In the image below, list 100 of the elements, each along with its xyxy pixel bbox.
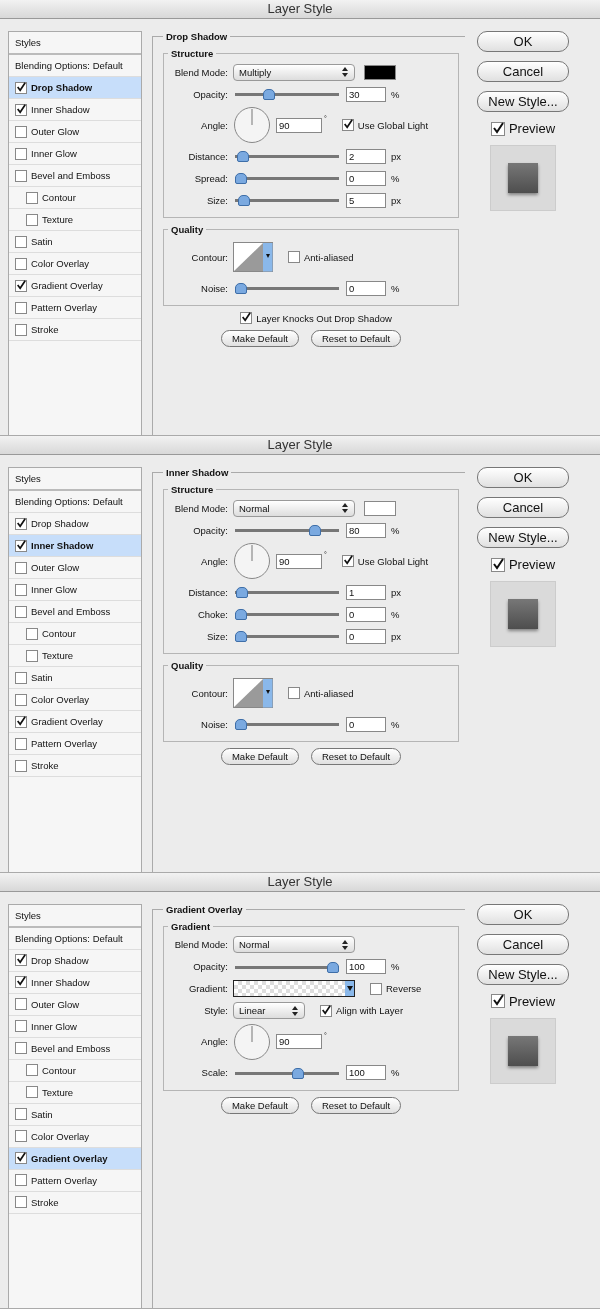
color-swatch[interactable]	[364, 64, 396, 80]
gradient-picker[interactable]	[233, 980, 355, 998]
checkbox[interactable]	[15, 81, 27, 94]
checkbox[interactable]	[26, 213, 38, 226]
dropdown[interactable]: Normal	[233, 499, 355, 517]
style-list-item[interactable]: Gradient Overlay	[9, 1147, 141, 1170]
input-field[interactable]: 100	[346, 959, 386, 975]
checkbox[interactable]	[26, 649, 38, 662]
panel-button[interactable]: Make Default	[220, 1096, 299, 1114]
dialog-button[interactable]: New Style...	[477, 963, 569, 985]
dialog-button[interactable]: New Style...	[477, 91, 569, 112]
checkbox[interactable]	[15, 301, 27, 314]
slider-handle[interactable]	[292, 1067, 305, 1079]
checkbox[interactable]	[15, 1020, 27, 1033]
input-field[interactable]: 5	[346, 192, 386, 208]
input-field[interactable]: 0	[346, 606, 386, 622]
checkbox[interactable]	[15, 715, 27, 728]
slider-handle[interactable]	[237, 195, 250, 206]
checkbox[interactable]	[15, 235, 27, 248]
checkbox[interactable]	[490, 994, 505, 1009]
dialog-button[interactable]: OK	[477, 467, 569, 489]
dropdown[interactable]: Normal	[233, 936, 355, 954]
checkbox[interactable]	[15, 1152, 27, 1165]
angle-dial[interactable]	[233, 542, 271, 581]
checkbox[interactable]	[15, 583, 27, 596]
checkbox[interactable]	[341, 119, 354, 131]
checkbox[interactable]	[15, 147, 27, 160]
style-list-item[interactable]: Drop Shadow	[9, 77, 141, 99]
input-field[interactable]: 1	[346, 584, 386, 600]
checkbox[interactable]	[15, 759, 27, 772]
checkbox[interactable]	[15, 605, 27, 618]
checkbox[interactable]	[15, 1130, 27, 1143]
checkbox[interactable]	[26, 1086, 38, 1099]
checkbox[interactable]	[15, 257, 27, 270]
checkbox[interactable]	[26, 191, 38, 204]
slider-handle[interactable]	[235, 173, 247, 184]
input-field[interactable]: 30	[346, 86, 386, 102]
checkbox[interactable]	[15, 693, 27, 706]
checkbox[interactable]	[288, 251, 300, 263]
contour-picker[interactable]	[233, 242, 273, 272]
slider-handle[interactable]	[235, 609, 247, 621]
checkbox[interactable]	[26, 627, 38, 640]
slider-handle[interactable]	[308, 525, 321, 537]
checkbox[interactable]	[15, 1196, 27, 1209]
dropdown[interactable]: Linear	[233, 1002, 305, 1020]
dialog-button[interactable]: New Style...	[477, 527, 569, 549]
checkbox[interactable]	[15, 976, 27, 989]
panel-button[interactable]: Make Default	[220, 748, 299, 766]
checkbox[interactable]	[15, 561, 27, 574]
checkbox[interactable]	[15, 671, 27, 684]
dialog-button[interactable]: Cancel	[477, 933, 569, 955]
slider-handle[interactable]	[235, 631, 247, 643]
input-field[interactable]: 0	[346, 628, 386, 644]
checkbox[interactable]	[490, 121, 505, 136]
input-field[interactable]: 2	[346, 148, 386, 164]
dialog-button[interactable]: Cancel	[477, 497, 569, 519]
contour-picker[interactable]	[233, 678, 273, 709]
dropdown[interactable]: Multiply	[233, 63, 355, 81]
checkbox[interactable]	[15, 169, 27, 182]
checkbox[interactable]	[490, 557, 505, 572]
input-field[interactable]: 0	[346, 716, 386, 732]
input-field[interactable]: 90	[276, 117, 322, 133]
checkbox[interactable]	[341, 555, 354, 568]
checkbox[interactable]	[15, 998, 27, 1011]
input-field[interactable]: 90	[276, 1034, 322, 1050]
style-list-item[interactable]: Inner Shadow	[9, 535, 141, 558]
panel-button[interactable]: Reset to Default	[310, 748, 402, 766]
slider-handle[interactable]	[236, 151, 249, 162]
input-field[interactable]: 0	[346, 280, 386, 296]
checkbox[interactable]	[15, 954, 27, 967]
checkbox[interactable]	[15, 323, 27, 336]
checkbox[interactable]	[288, 687, 300, 700]
slider-handle[interactable]	[327, 961, 339, 973]
checkbox[interactable]	[15, 1174, 27, 1187]
dialog-button[interactable]: OK	[477, 903, 569, 925]
input-field[interactable]: 90	[276, 553, 322, 569]
color-swatch[interactable]	[364, 500, 396, 516]
angle-dial[interactable]	[233, 106, 271, 144]
checkbox[interactable]	[15, 1042, 27, 1055]
panel-button[interactable]: Reset to Default	[310, 1096, 402, 1114]
dialog-button[interactable]: Cancel	[477, 61, 569, 82]
checkbox[interactable]	[15, 539, 27, 552]
checkbox[interactable]	[240, 312, 253, 324]
checkbox[interactable]	[15, 125, 27, 138]
slider-handle[interactable]	[262, 89, 275, 100]
checkbox[interactable]	[370, 982, 382, 995]
checkbox[interactable]	[26, 1064, 38, 1077]
input-field[interactable]: 80	[346, 522, 386, 538]
slider-handle[interactable]	[235, 719, 247, 731]
input-field[interactable]: 100	[346, 1065, 386, 1081]
panel-button[interactable]: Reset to Default	[310, 330, 402, 347]
dialog-button[interactable]: OK	[477, 31, 569, 52]
angle-dial[interactable]	[233, 1022, 271, 1061]
checkbox[interactable]	[15, 517, 27, 530]
checkbox[interactable]	[15, 103, 27, 116]
input-field[interactable]: 0	[346, 170, 386, 186]
slider-handle[interactable]	[235, 587, 248, 599]
panel-button[interactable]: Make Default	[220, 330, 299, 347]
checkbox[interactable]	[15, 1108, 27, 1121]
slider-handle[interactable]	[235, 283, 247, 294]
